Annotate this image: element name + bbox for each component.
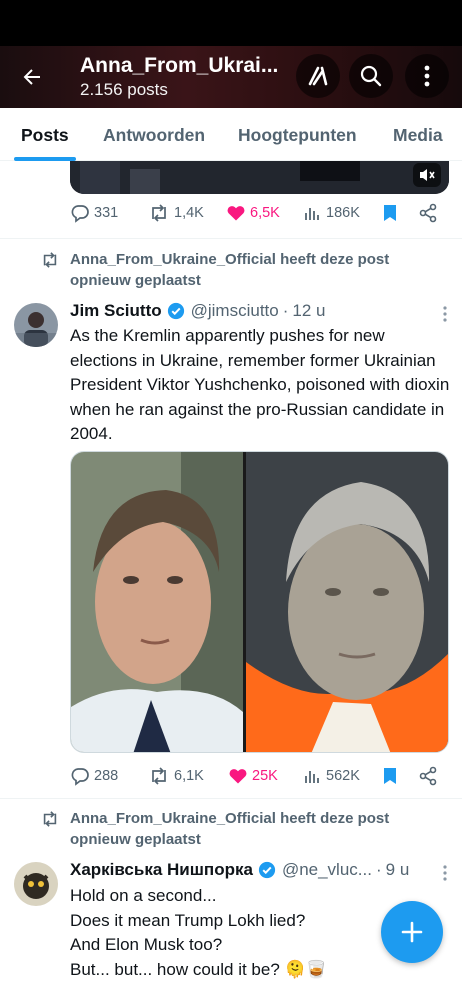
mute-icon [420, 169, 435, 181]
bookmark-icon [384, 205, 396, 221]
reply-icon [71, 768, 89, 786]
author-name[interactable]: Jim Sciutto [70, 301, 162, 321]
bookmark-button[interactable] [381, 203, 403, 223]
share-icon [419, 203, 437, 223]
verified-icon [167, 302, 184, 320]
repost-icon [152, 204, 166, 222]
like-button[interactable]: 6,5K [226, 203, 280, 223]
plus-icon [401, 921, 423, 943]
post-actions: 331 1,4K 6,5K 186K [70, 203, 450, 229]
heart-icon [229, 769, 247, 784]
bookmark-icon [384, 768, 396, 784]
post-count: 2.156 posts [80, 80, 168, 99]
repost-button[interactable]: 6,1K [148, 766, 204, 786]
profile-title: Anna_From_Ukrai... [80, 54, 279, 77]
repost-indicator[interactable]: Anna_From_Ukraine_Official heeft deze po… [40, 249, 440, 291]
share-button[interactable] [418, 766, 442, 786]
tweet-line: Hold on a second... [70, 886, 217, 905]
post-image[interactable] [70, 451, 449, 753]
profile-header: Anna_From_Ukrai... 2.156 posts [0, 46, 462, 108]
back-arrow-icon [23, 69, 40, 85]
bookmark-button[interactable] [381, 766, 403, 786]
tab-posts[interactable]: Posts [21, 125, 69, 146]
repost-count: 1,4K [174, 205, 204, 221]
post-time: 9 u [385, 860, 410, 879]
repost-icon [43, 252, 57, 268]
repost-button[interactable]: 1,4K [148, 203, 204, 223]
views-count: 186K [326, 205, 360, 221]
status-bar [0, 0, 462, 46]
tab-highlights[interactable]: Hoogtepunten [238, 125, 357, 146]
verified-icon [258, 861, 276, 879]
like-count: 6,5K [250, 205, 280, 221]
tab-media[interactable]: Media [393, 125, 443, 146]
author-handle[interactable]: @ne_vluc... [282, 860, 372, 880]
share-icon [419, 766, 437, 786]
more-button[interactable] [405, 54, 449, 98]
views-icon [305, 771, 319, 783]
reply-button[interactable]: 288 [70, 766, 118, 786]
repost-icon [43, 811, 57, 827]
tab-replies[interactable]: Antwoorden [103, 125, 205, 146]
grok-icon [308, 66, 328, 86]
like-button[interactable]: 25K [228, 766, 278, 786]
more-vertical-icon [443, 865, 447, 881]
tweet-line: But... but... how could it be? 🫠🥃 [70, 959, 327, 979]
post-time: 12 u [292, 301, 326, 320]
views-count: 562K [326, 768, 360, 784]
reply-count: 331 [94, 205, 119, 221]
mute-button[interactable] [413, 163, 441, 187]
views-icon [305, 208, 319, 220]
more-vertical-icon [443, 306, 447, 322]
tweet-text: As the Kremlin apparently pushes for new… [70, 326, 450, 443]
reply-button[interactable]: 331 [70, 203, 118, 223]
reply-icon [71, 205, 89, 223]
post-video[interactable] [70, 161, 449, 194]
tweet-header: Харківська Нишпорка @ne_vluc... · 9 u [70, 860, 410, 880]
active-tab-indicator [14, 157, 76, 161]
repost-indicator[interactable]: Anna_From_Ukraine_Official heeft deze po… [40, 808, 440, 850]
profile-tabs: Posts Antwoorden Hoogtepunten Media [0, 108, 462, 161]
search-icon [360, 65, 382, 87]
tweet-header: Jim Sciutto @jimsciutto · 12 u [70, 301, 326, 321]
repost-icon [152, 767, 166, 785]
avatar[interactable] [14, 303, 58, 347]
more-vertical-icon [424, 65, 430, 87]
back-button[interactable] [14, 59, 50, 95]
search-button[interactable] [349, 54, 393, 98]
reply-count: 288 [94, 768, 119, 784]
author-handle[interactable]: @jimsciutto [191, 301, 279, 321]
repost-count: 6,1K [174, 768, 204, 784]
heart-icon [227, 206, 245, 221]
views-button[interactable]: 186K [302, 203, 360, 223]
photo-comparison [71, 452, 448, 752]
post-divider [0, 238, 462, 239]
post-divider [0, 798, 462, 799]
post-actions: 288 6,1K 25K 562K [70, 766, 450, 792]
compose-button[interactable] [381, 901, 443, 963]
avatar[interactable] [14, 862, 58, 906]
repost-label: Anna_From_Ukraine_Official heeft deze po… [70, 810, 390, 848]
repost-label: Anna_From_Ukraine_Official heeft deze po… [70, 251, 390, 289]
grok-button[interactable] [296, 54, 340, 98]
like-count: 25K [252, 768, 278, 784]
share-button[interactable] [418, 203, 442, 223]
author-name[interactable]: Харківська Нишпорка [70, 860, 253, 880]
views-button[interactable]: 562K [302, 766, 360, 786]
video-frame [70, 161, 449, 194]
